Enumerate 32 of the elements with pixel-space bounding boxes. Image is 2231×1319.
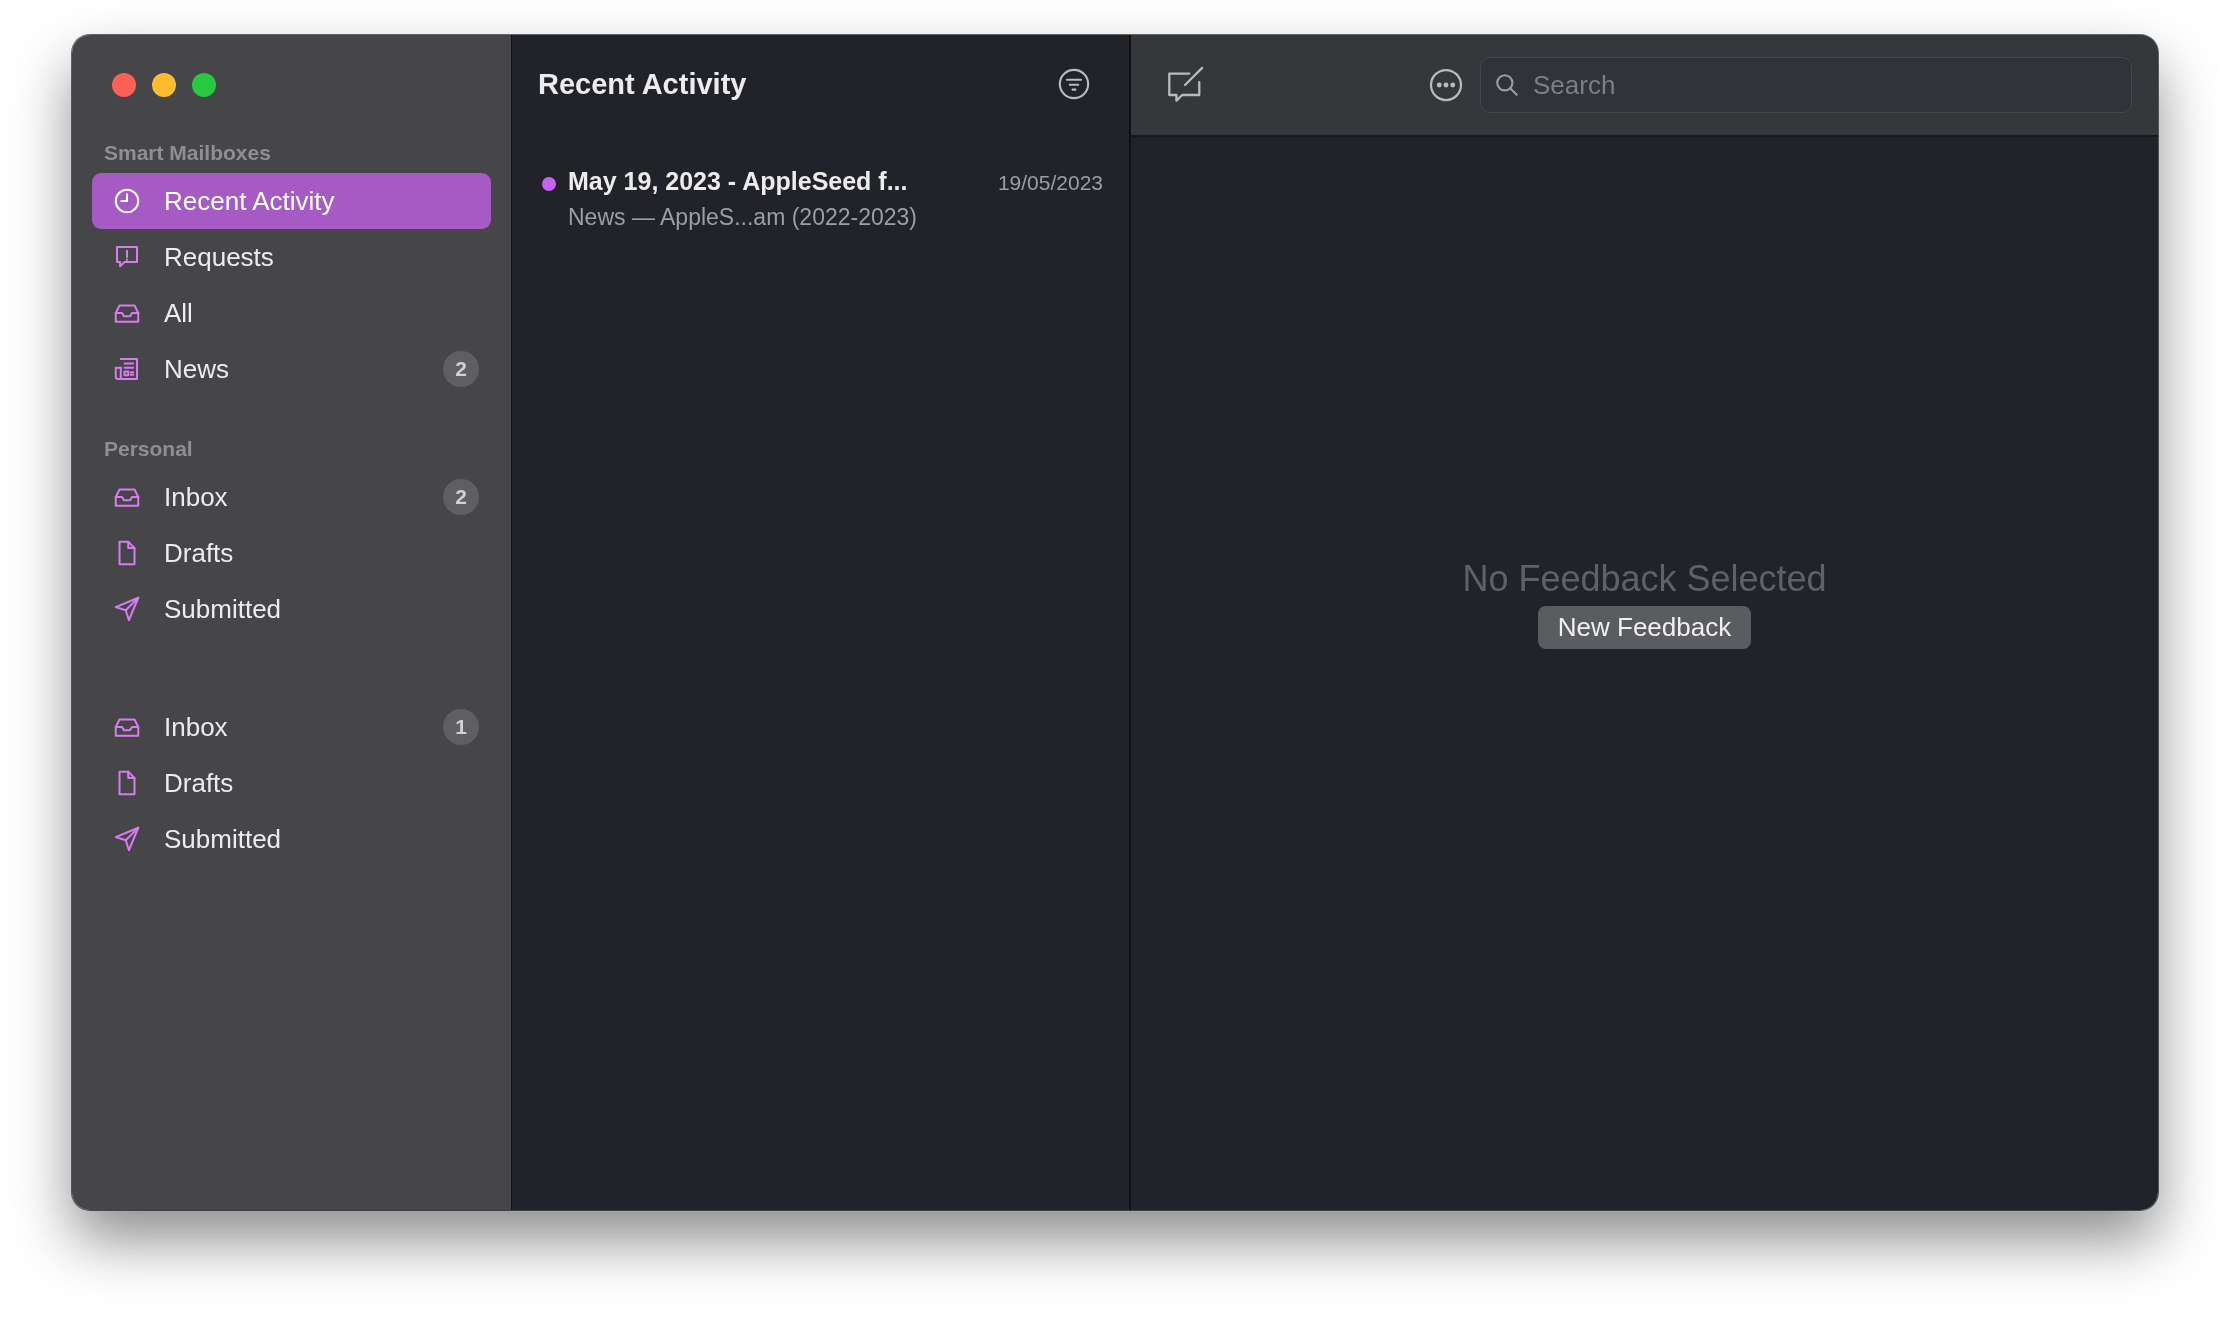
message-title: May 19, 2023 - AppleSeed f... (568, 167, 908, 196)
message-date: 19/05/2023 (997, 171, 1103, 195)
paper-plane-icon (112, 594, 142, 624)
section-heading: Personal (103, 436, 194, 462)
count-badge: 1 (443, 709, 479, 745)
count-badge: 2 (443, 351, 479, 387)
paper-plane-icon (112, 824, 142, 854)
sidebar-item[interactable]: News 2 (92, 341, 491, 397)
sidebar-item[interactable]: Drafts (92, 525, 491, 581)
message-subtitle: News — AppleS...am (2022-2023) (568, 204, 918, 231)
sidebar-item[interactable]: Inbox 2 (92, 469, 491, 525)
clock-icon (112, 186, 142, 216)
list-title: Recent Activity (538, 67, 747, 101)
sidebar-item[interactable]: Inbox 1 (92, 699, 491, 755)
sidebar-item[interactable]: All (92, 285, 491, 341)
sidebar-item[interactable]: Requests (92, 229, 491, 285)
sidebar-item[interactable]: Submitted (92, 581, 491, 637)
message-row[interactable]: May 19, 2023 - AppleSeed f... 19/05/2023 News — AppleS...am (2022-2023) (538, 133, 1103, 231)
section-heading: Smart Mailboxes (103, 140, 272, 166)
new-feedback-button[interactable]: New Feedback (1537, 606, 1752, 649)
search-field[interactable]: Search (1480, 57, 2132, 113)
filter-icon[interactable] (1057, 67, 1091, 101)
sidebar-item[interactable]: Submitted (92, 811, 491, 867)
close-button[interactable] (112, 73, 136, 97)
empty-state-message: No Feedback Selected (1462, 558, 1827, 600)
zoom-button[interactable] (192, 73, 216, 97)
sidebar-item[interactable]: Drafts (92, 755, 491, 811)
count-badge: 2 (443, 479, 479, 515)
compose-icon[interactable] (1165, 65, 1205, 105)
more-icon[interactable] (1428, 67, 1464, 103)
minimize-button[interactable] (152, 73, 176, 97)
sidebar-item[interactable]: Recent Activity (92, 173, 491, 229)
